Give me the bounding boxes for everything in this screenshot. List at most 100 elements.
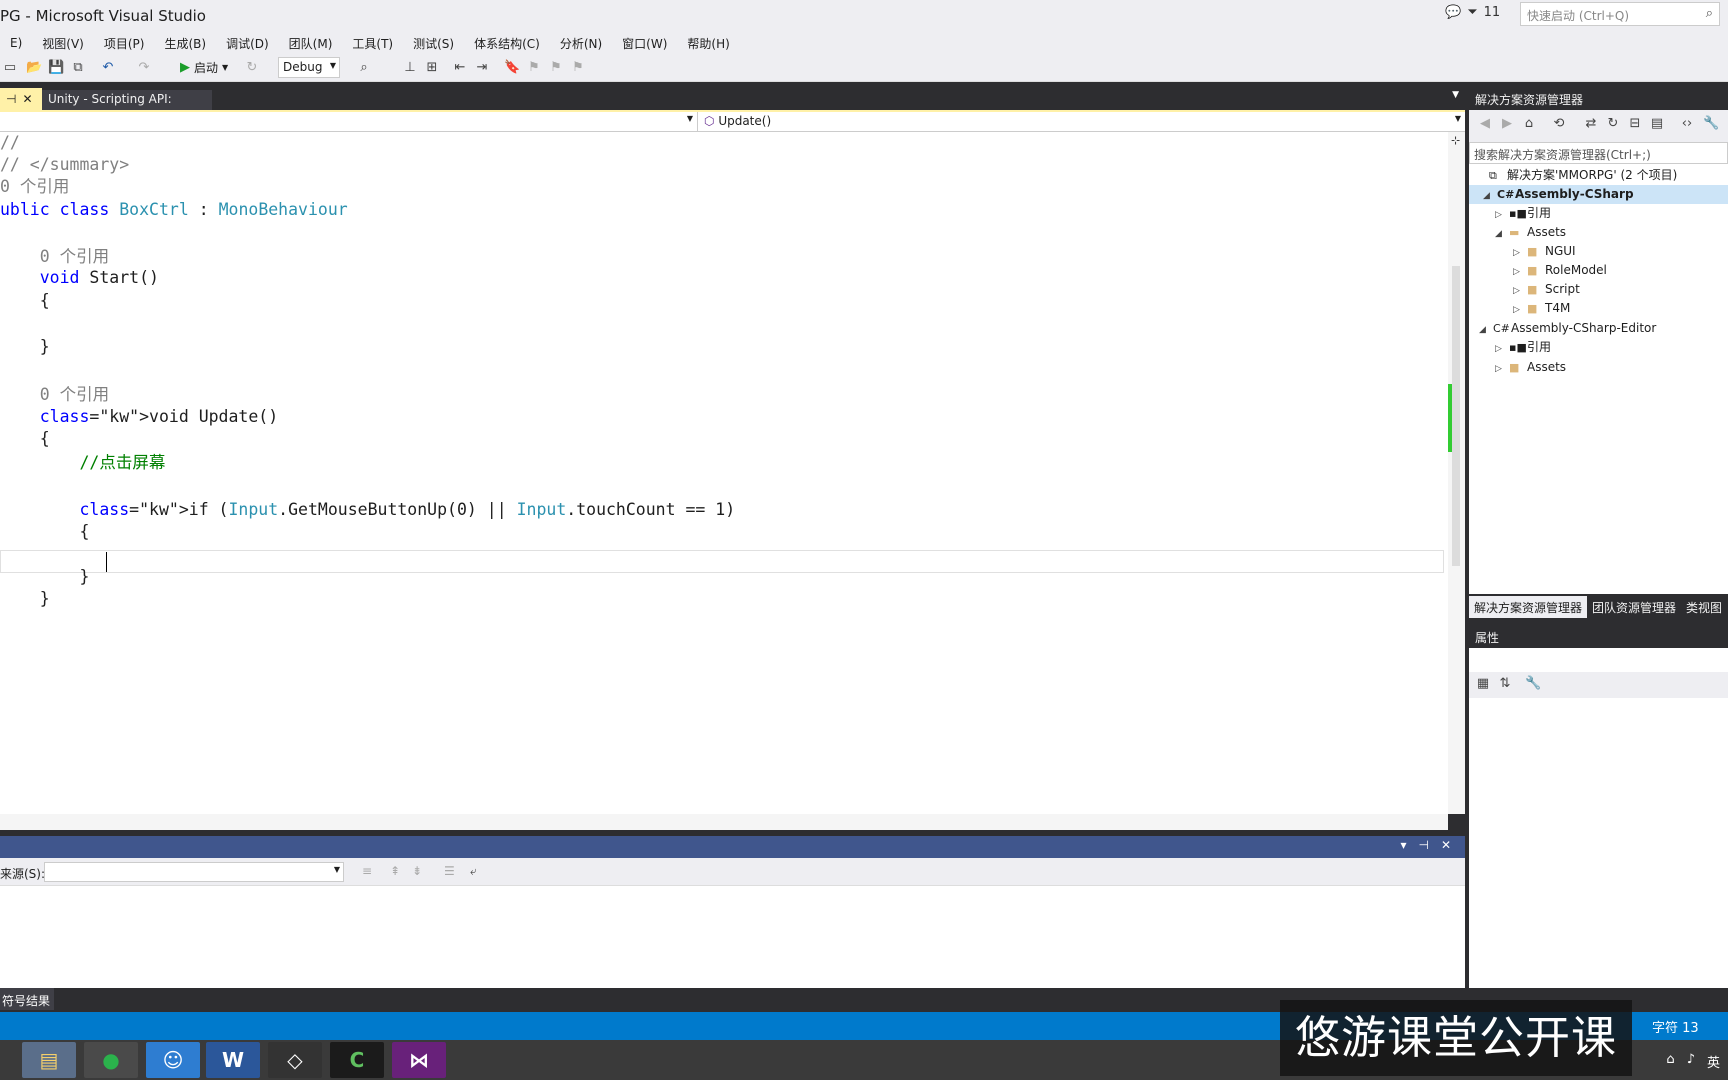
chevron-right-icon[interactable]: ▷ (1495, 340, 1509, 359)
tab-team-explorer[interactable]: 团队资源管理器 (1587, 596, 1681, 618)
tree-item-solution[interactable]: ⧉ 解决方案'MMORPG' (2 个项目) (1475, 166, 1677, 185)
home-icon[interactable]: ⌂ (1521, 116, 1537, 132)
save-icon[interactable]: 💾 (48, 60, 64, 76)
clear-bookmark-icon[interactable]: ⚑ (570, 60, 586, 76)
find-icon[interactable]: ⌕ (356, 60, 372, 76)
show-all-icon[interactable]: ▤ (1649, 116, 1665, 132)
history-icon[interactable]: ⟲ (1551, 116, 1567, 132)
chevron-down-icon[interactable]: ▾ (1400, 838, 1406, 852)
prev-message-icon[interactable]: ⇞ (390, 864, 400, 878)
code-icon[interactable]: ‹› (1679, 116, 1695, 132)
notification-count[interactable]: 11 (1484, 5, 1501, 20)
property-pages-icon[interactable]: 🔧 (1525, 676, 1541, 692)
close-icon[interactable]: ✕ (1441, 838, 1451, 852)
tree-item-references[interactable]: ▷ ▪■引用 (1495, 338, 1551, 357)
chevron-down-icon[interactable]: ◢ (1479, 321, 1493, 340)
clear-all-icon[interactable]: ☰ (444, 864, 455, 878)
forward-icon[interactable]: ▶ (1499, 116, 1515, 132)
tree-item-assets[interactable]: ◢ ▬ Assets (1495, 223, 1566, 242)
sort-alpha-icon[interactable]: ⇅ (1497, 676, 1513, 692)
volume-icon[interactable]: ♪ (1687, 1052, 1695, 1071)
word-icon[interactable]: W (206, 1042, 260, 1078)
code-lens-references[interactable]: 0 个引用 (0, 384, 109, 406)
tab-unity-scripting-api[interactable]: Unity - Scripting API: (42, 90, 212, 110)
output-source-select[interactable]: ▼ (44, 862, 344, 882)
camtasia-icon[interactable]: C (330, 1042, 384, 1078)
tree-item-assembly-csharp[interactable]: ◢ C#Assembly-CSharp (1469, 185, 1728, 204)
back-icon[interactable]: ◀ (1477, 116, 1493, 132)
code-editor[interactable]: // // </summary> 0 个引用 ublic class BoxCt… (0, 132, 1448, 814)
feedback-icon[interactable]: 💬 (1445, 5, 1461, 20)
tree-item-assets[interactable]: ▷ ■ Assets (1495, 358, 1566, 377)
tree-item-rolemodel[interactable]: ▷ ■ RoleModel (1513, 261, 1607, 280)
pin-icon[interactable]: ⊣ (1418, 838, 1428, 852)
menu-item-window[interactable]: 窗口(W) (612, 35, 677, 52)
solution-search-input[interactable]: 搜索解决方案资源管理器(Ctrl+;) (1469, 142, 1728, 164)
close-icon[interactable]: ✕ (22, 92, 32, 106)
tree-item-script[interactable]: ▷ ■ Script (1513, 280, 1580, 299)
menu-item-debug[interactable]: 调试(D) (216, 35, 279, 52)
visual-studio-icon[interactable]: ⋈ (392, 1042, 446, 1078)
tree-item-assembly-csharp-editor[interactable]: ◢ C#Assembly-CSharp-Editor (1479, 319, 1656, 338)
pin-icon[interactable]: ⊣ (6, 92, 16, 106)
qq-icon[interactable]: ☺ (146, 1042, 200, 1078)
categorized-icon[interactable]: ▦ (1475, 676, 1491, 692)
redo-icon[interactable]: ↷ (136, 60, 152, 76)
outdent-icon[interactable]: ⇤ (452, 60, 468, 76)
browser-icon[interactable]: ● (84, 1042, 138, 1078)
menu-item-architecture[interactable]: 体系结构(C) (464, 35, 550, 52)
vertical-scrollbar[interactable]: ⊹ (1448, 132, 1465, 814)
unity-icon[interactable]: ◇ (268, 1042, 322, 1078)
word-wrap-icon[interactable]: ⤶ (470, 864, 477, 879)
save-all-icon[interactable]: ⧉ (70, 60, 86, 76)
tab-active-document[interactable]: ⊣ ✕ (0, 88, 42, 110)
menu-item-help[interactable]: 帮助(H) (677, 35, 739, 52)
horizontal-scrollbar[interactable] (0, 814, 1448, 830)
tree-item-t4m[interactable]: ▷ ■ T4M (1513, 299, 1570, 318)
menu-item-team[interactable]: 团队(M) (279, 35, 343, 52)
indent-icon[interactable]: ⇥ (474, 60, 490, 76)
menu-item-tools[interactable]: 工具(T) (342, 35, 403, 52)
undo-icon[interactable]: ↶ (100, 60, 116, 76)
code-lens-references[interactable]: 0 个引用 (0, 176, 69, 198)
tree-item-references[interactable]: ▷ ▪■引用 (1495, 204, 1551, 223)
ime-language[interactable]: 英 (1707, 1052, 1720, 1071)
chevron-down-icon[interactable]: ◢ (1495, 225, 1509, 244)
explorer-icon[interactable]: ▤ (22, 1042, 76, 1078)
bookmark-icon[interactable]: 🔖 (504, 60, 520, 76)
refresh-icon[interactable]: ↻ (1605, 116, 1621, 132)
type-dropdown[interactable]: ▼ (0, 112, 698, 131)
layout-icon[interactable]: ⊞ (424, 60, 440, 76)
scroll-thumb[interactable] (1452, 266, 1460, 566)
step-icon[interactable]: ⊥ (402, 60, 418, 76)
tab-solution-explorer[interactable]: 解决方案资源管理器 (1469, 596, 1588, 618)
prev-bookmark-icon[interactable]: ⚑ (526, 60, 542, 76)
sync-icon[interactable]: ⇄ (1583, 116, 1599, 132)
refresh-icon[interactable]: ↻ (244, 60, 260, 76)
open-file-icon[interactable]: 📂 (26, 60, 42, 76)
network-icon[interactable]: ⌂ (1666, 1052, 1674, 1071)
code-lens-references[interactable]: 0 个引用 (0, 246, 109, 268)
chevron-right-icon[interactable]: ▷ (1495, 360, 1509, 379)
tab-class-view[interactable]: 类视图 (1681, 596, 1727, 618)
menu-item-analyze[interactable]: 分析(N) (550, 35, 612, 52)
menu-item-build[interactable]: 生成(B) (154, 35, 216, 52)
start-button[interactable]: ▶ 启动 ▼ (180, 59, 228, 76)
tab-symbol-results[interactable]: 符号结果 (0, 988, 54, 1010)
split-icon[interactable]: ⊹ (1451, 134, 1460, 147)
menu-item-view[interactable]: 视图(V) (32, 35, 94, 52)
next-message-icon[interactable]: ⇟ (412, 864, 422, 878)
quick-launch-input[interactable]: 快速启动 (Ctrl+Q) ⌕ (1520, 2, 1720, 26)
wrench-icon[interactable]: 🔧 (1703, 116, 1719, 132)
filter-icon[interactable]: ⏷ (1467, 5, 1477, 20)
tree-item-ngui[interactable]: ▷ ■ NGUI (1513, 242, 1576, 261)
menu-item-project[interactable]: 项目(P) (94, 35, 155, 52)
next-bookmark-icon[interactable]: ⚑ (548, 60, 564, 76)
member-dropdown[interactable]: ⬡ Update() ▼ (700, 112, 1465, 131)
collapse-icon[interactable]: ⊟ (1627, 116, 1643, 132)
configuration-select[interactable]: Debug ▼ (278, 57, 340, 78)
menu-item-test[interactable]: 测试(S) (403, 35, 464, 52)
menu-item-file[interactable]: E) (0, 36, 32, 50)
new-project-icon[interactable]: ▭ (2, 60, 18, 76)
tab-overflow-icon[interactable]: ▼ (1452, 90, 1459, 100)
